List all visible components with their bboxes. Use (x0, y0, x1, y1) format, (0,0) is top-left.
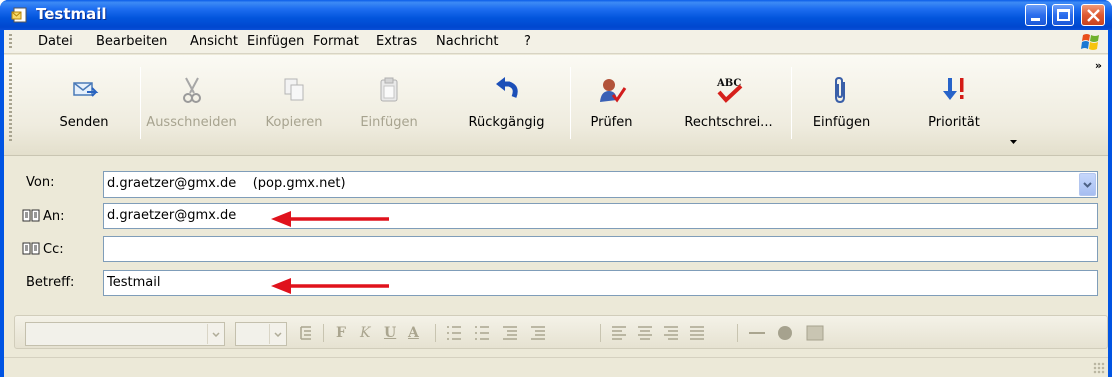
scissors-icon (182, 77, 201, 103)
paste-button[interactable]: Einfügen (349, 55, 429, 156)
check-names-button[interactable]: Prüfen (579, 55, 644, 156)
font-color-button[interactable]: A (408, 325, 419, 341)
title-bar[interactable]: Testmail (0, 0, 1112, 30)
address-book-icon (22, 209, 40, 222)
resize-grip[interactable] (1093, 362, 1105, 374)
font-size-select[interactable] (235, 322, 287, 346)
subject-label: Betreff: (26, 275, 75, 290)
windows-logo-icon (1081, 34, 1099, 50)
mail-document-icon (11, 7, 27, 23)
subject-value: Testmail (107, 275, 161, 290)
to-label-wrapper[interactable]: An: (22, 209, 65, 224)
menu-bearbeiten[interactable]: Bearbeiten (96, 34, 167, 49)
undo-label: Rückgängig (468, 115, 545, 130)
from-label: Von: (26, 175, 55, 190)
chevron-down-icon (1083, 182, 1092, 188)
subject-input[interactable]: Testmail (103, 270, 1098, 296)
alignment-icons[interactable] (610, 324, 730, 342)
maximize-icon (1057, 9, 1070, 21)
chevron-down-icon (212, 332, 220, 337)
close-button[interactable] (1081, 4, 1105, 26)
priority-icon (943, 78, 964, 100)
mail-window: Testmail Datei Bearbeiten Ansicht Einfüg… (0, 0, 1112, 377)
to-input[interactable]: d.graetzer@gmx.de (103, 203, 1098, 229)
menu-einfuegen[interactable]: Einfügen (247, 34, 304, 49)
bold-button[interactable]: F (336, 325, 346, 341)
menu-format[interactable]: Format (313, 34, 359, 49)
cut-button[interactable]: Ausschneiden (144, 55, 239, 156)
window-title: Testmail (36, 5, 107, 23)
from-select[interactable]: d.graetzer@gmx.de (pop.gmx.net) (103, 171, 1098, 198)
check-names-icon (599, 79, 626, 103)
font-size-dropdown-arrow[interactable] (269, 324, 285, 344)
status-bar (4, 357, 1108, 377)
toolbar-overflow-chevron-icon[interactable]: » (1095, 59, 1102, 72)
format-separator (737, 324, 738, 342)
check-names-label: Prüfen (590, 115, 633, 130)
menu-grip[interactable] (9, 34, 12, 50)
main-toolbar: Senden Ausschneiden Kopieren Einfügen Rü… (4, 55, 1108, 156)
annotation-arrow-subject (271, 278, 389, 294)
cc-input[interactable] (103, 236, 1098, 262)
spelling-button[interactable]: ABC Rechtschrei... (676, 55, 781, 156)
minimize-icon (1031, 18, 1040, 21)
message-header-fields: Von: d.graetzer@gmx.de (pop.gmx.net) An:… (4, 157, 1108, 322)
copy-button[interactable]: Kopieren (254, 55, 334, 156)
insert-icons[interactable] (747, 324, 837, 342)
toolbar-separator (791, 67, 792, 139)
priority-button[interactable]: Priorität (909, 55, 999, 156)
window-client-area: Datei Bearbeiten Ansicht Einfügen Format… (4, 30, 1108, 377)
send-label: Senden (59, 115, 109, 130)
menu-nachricht[interactable]: Nachricht (436, 34, 499, 49)
toolbar-grip[interactable] (9, 63, 12, 143)
copy-label: Kopieren (265, 115, 323, 130)
spelling-label: Rechtschrei... (684, 115, 773, 130)
cut-label: Ausschneiden (146, 115, 237, 130)
priority-label: Priorität (928, 115, 980, 130)
attach-label: Einfügen (812, 115, 871, 130)
menu-ansicht[interactable]: Ansicht (190, 34, 238, 49)
send-button[interactable]: Senden (44, 55, 124, 156)
font-family-select[interactable] (25, 322, 225, 346)
font-family-dropdown-arrow[interactable] (207, 324, 223, 344)
chevron-down-icon (274, 332, 282, 337)
from-dropdown-button[interactable] (1079, 173, 1096, 196)
cc-label: Cc: (43, 242, 64, 257)
paperclip-icon (834, 76, 845, 104)
format-separator (323, 324, 324, 342)
format-separator (435, 324, 436, 342)
minimize-button[interactable] (1025, 4, 1047, 26)
paste-label: Einfügen (360, 115, 418, 130)
menu-extras[interactable]: Extras (376, 34, 417, 49)
italic-button[interactable]: K (360, 325, 370, 341)
to-value: d.graetzer@gmx.de (107, 208, 237, 223)
address-book-icon (22, 242, 40, 255)
format-toolbar: F K U A (14, 315, 1108, 349)
toolbar-separator (140, 67, 141, 139)
underline-button[interactable]: U (384, 325, 396, 341)
undo-icon (495, 77, 518, 98)
send-icon (73, 82, 99, 97)
maximize-button[interactable] (1052, 4, 1074, 26)
format-separator (600, 324, 601, 342)
from-value: d.graetzer@gmx.de (pop.gmx.net) (107, 176, 346, 191)
menu-help[interactable]: ? (524, 34, 531, 49)
menu-bar: Datei Bearbeiten Ansicht Einfügen Format… (4, 30, 1108, 54)
copy-icon (284, 78, 304, 101)
cc-label-wrapper[interactable]: Cc: (22, 242, 64, 257)
close-icon (1087, 9, 1100, 22)
toolbar-separator (570, 67, 571, 139)
priority-dropdown-arrow-icon[interactable] (1010, 140, 1017, 144)
list-indent-icons[interactable] (445, 324, 595, 342)
paragraph-style-icon[interactable] (298, 324, 316, 342)
clipboard-icon (380, 77, 398, 102)
spelling-check-icon: ABC (716, 78, 742, 103)
annotation-arrow-to (271, 211, 389, 227)
menu-datei[interactable]: Datei (38, 34, 73, 49)
to-label: An: (43, 209, 65, 224)
attach-button[interactable]: Einfügen (804, 55, 879, 156)
undo-button[interactable]: Rückgängig (459, 55, 554, 156)
